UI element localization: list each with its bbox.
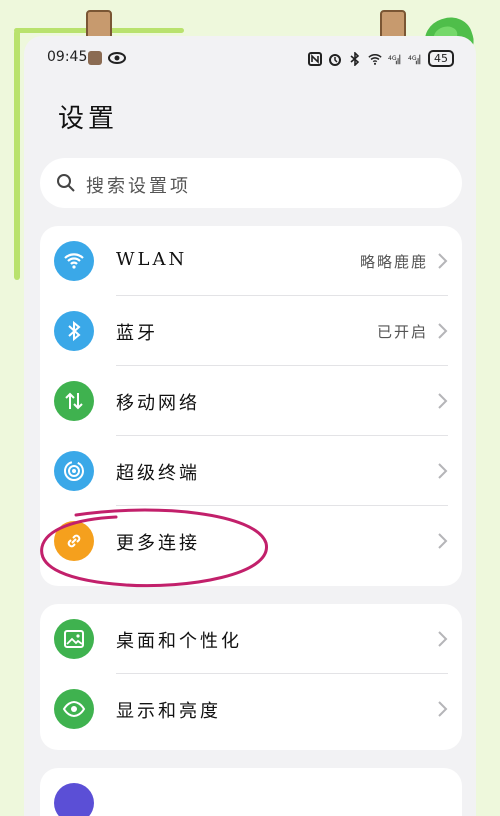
chevron-right-icon: [438, 463, 448, 479]
chevron-right-icon: [438, 323, 448, 339]
bluetooth-icon: [350, 51, 360, 66]
search-icon: [57, 174, 75, 192]
signal-4g-icon: 4G: [408, 54, 421, 64]
status-indicators: 4G 4G 45: [308, 50, 454, 67]
settings-item-value: 略略鹿鹿: [359, 253, 428, 271]
eye-icon: [108, 52, 126, 64]
settings-item-label: WLAN: [116, 249, 188, 270]
settings-item-label: 超级终端: [116, 463, 200, 484]
background-stroke: [14, 30, 20, 280]
settings-item-label: 蓝牙: [116, 323, 158, 344]
signal-4g-icon: 4G: [388, 54, 401, 64]
eye-icon: [54, 689, 94, 729]
super-device-icon: [54, 451, 94, 491]
chevron-right-icon: [438, 701, 448, 717]
app-notification-icon: [88, 51, 102, 65]
settings-item-super-device[interactable]: 超级终端: [40, 436, 462, 506]
annotation-circle: [40, 508, 268, 588]
settings-group-partial: [40, 768, 462, 816]
alarm-icon: [329, 53, 341, 66]
nfc-icon: [308, 51, 322, 66]
settings-item-label: 桌面和个性化: [116, 631, 242, 652]
status-bar: 09:45 4G 4G 45: [24, 48, 476, 70]
settings-item-label: 显示和亮度: [116, 701, 221, 722]
search-placeholder: 搜索设置项: [86, 176, 191, 197]
chevron-right-icon: [438, 393, 448, 409]
settings-item-value: 已开启: [376, 323, 428, 341]
chevron-right-icon: [438, 533, 448, 549]
settings-item-wlan[interactable]: WLAN 略略鹿鹿: [40, 226, 462, 296]
bluetooth-icon: [54, 311, 94, 351]
chevron-right-icon: [438, 253, 448, 269]
settings-group-display: 桌面和个性化 显示和亮度: [40, 604, 462, 750]
settings-item-partial[interactable]: [40, 768, 462, 816]
status-time: 09:45: [47, 49, 88, 65]
battery-indicator: 45: [428, 50, 454, 67]
image-icon: [54, 619, 94, 659]
page-title: 设置: [58, 104, 119, 134]
svg-text:4G: 4G: [408, 54, 417, 61]
wifi-icon: [54, 241, 94, 281]
settings-item-label: 移动网络: [116, 393, 200, 414]
settings-item-display-brightness[interactable]: 显示和亮度: [40, 674, 462, 744]
settings-item-desktop-personalization[interactable]: 桌面和个性化: [40, 604, 462, 674]
phone-screen: 09:45 4G 4G 45 设置 搜索设置项 WLAN 略略鹿鹿 蓝牙 已开启…: [24, 36, 476, 816]
settings-item-bluetooth[interactable]: 蓝牙 已开启: [40, 296, 462, 366]
settings-item-mobile-network[interactable]: 移动网络: [40, 366, 462, 436]
wifi-icon: [368, 53, 382, 65]
settings-item-icon: [54, 783, 94, 816]
search-bar[interactable]: 搜索设置项: [40, 158, 462, 208]
svg-text:4G: 4G: [388, 54, 397, 61]
chevron-right-icon: [438, 631, 448, 647]
mobile-data-icon: [54, 381, 94, 421]
